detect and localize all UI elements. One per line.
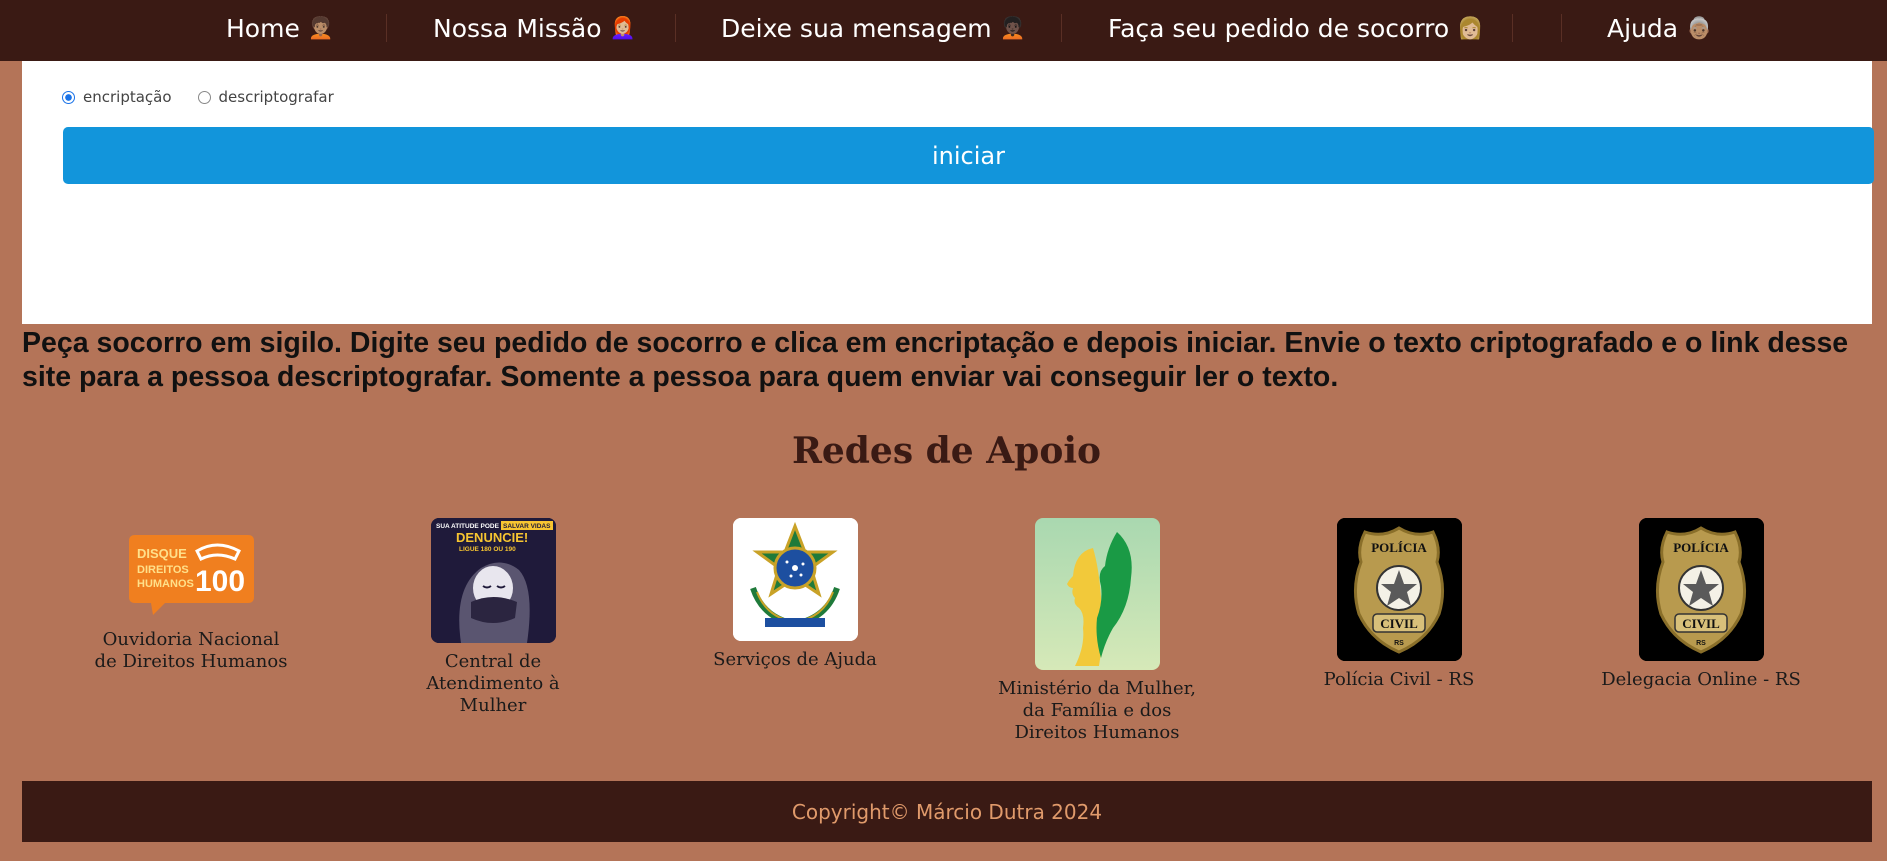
person-emoji-icon: 🧑🏿‍🦱 (999, 15, 1026, 40)
support-link-ministerio[interactable]: Ministério da Mulher, da Família e dos D… (997, 518, 1197, 744)
badge-bottom-text: CIVIL (1682, 616, 1720, 631)
disque-100-icon: DISQUE DIREITOS HUMANOS 100 (128, 535, 254, 615)
disque-number: 100 (195, 565, 245, 598)
support-link-delegacia-online[interactable]: POLÍCIA CIVIL RS Delegacia Online - RS (1601, 518, 1801, 691)
woman-silenced-icon: SUA ATITUDE PODE SALVAR VIDAS DENUNCIE! … (430, 518, 556, 643)
support-caption: Ministério da Mulher, da Família e dos D… (998, 678, 1196, 743)
badge-top-text: POLÍCIA (1673, 540, 1729, 555)
badge-bottom-text: CIVIL (1380, 616, 1418, 631)
page-footer: Copyright© Márcio Dutra 2024 (22, 781, 1872, 842)
nav-home-link[interactable]: Home 🧑🏽‍🦱 (226, 0, 334, 56)
nav-divider (1061, 14, 1062, 42)
top-navbar: Home 🧑🏽‍🦱 Nossa Missão 👩🏼‍🦰 Deixe sua me… (0, 0, 1887, 61)
support-link-central-mulher[interactable]: SUA ATITUDE PODE SALVAR VIDAS DENUNCIE! … (393, 518, 593, 717)
support-link-policia-civil[interactable]: POLÍCIA CIVIL RS Polícia Civil - RS (1299, 518, 1499, 691)
nav-help-request-link[interactable]: Faça seu pedido de socorro 👩🏼 (1108, 0, 1483, 56)
start-button[interactable]: iniciar (63, 127, 1874, 184)
support-caption: Delegacia Online - RS (1601, 669, 1801, 690)
encrypt-radio-label[interactable]: encriptação (83, 88, 172, 106)
support-caption: Polícia Civil - RS (1323, 669, 1475, 690)
nav-home-label: Home (226, 13, 300, 43)
decrypt-radio-label[interactable]: descriptografar (219, 88, 334, 106)
central-line-4: LIGUE 180 OU 190 (459, 546, 516, 553)
woman-emoji-icon: 👩🏼‍🦰 (609, 15, 636, 40)
police-badge-icon: POLÍCIA CIVIL RS (1336, 518, 1462, 661)
nav-divider (1512, 14, 1513, 42)
nav-message-link[interactable]: Deixe sua mensagem 🧑🏿‍🦱 (721, 0, 1026, 56)
support-caption: Serviços de Ajuda (713, 649, 877, 670)
support-link-servicos-ajuda[interactable]: Serviços de Ajuda (695, 518, 895, 671)
nav-ajuda-link[interactable]: Ajuda 👵🏽 (1607, 0, 1712, 56)
nav-divider (675, 14, 676, 42)
copyright-text: Copyright© Márcio Dutra 2024 (791, 799, 1103, 824)
nav-ajuda-label: Ajuda (1607, 13, 1679, 43)
nav-mission-label: Nossa Missão (433, 13, 602, 43)
support-caption: Ouvidoria Nacional de Direitos Humanos (94, 629, 288, 672)
person-emoji-icon: 🧑🏽‍🦱 (307, 15, 334, 40)
badge-top-text: POLÍCIA (1371, 540, 1427, 555)
brazil-coat-of-arms-icon (732, 518, 858, 641)
encrypt-radio[interactable] (62, 90, 75, 104)
crypto-form-card: encriptação descriptografar iniciar (22, 40, 1874, 324)
older-woman-emoji-icon: 👵🏽 (1686, 15, 1713, 40)
mode-radio-group: encriptação descriptografar (62, 88, 352, 106)
police-badge-icon: POLÍCIA CIVIL RS (1638, 518, 1764, 661)
central-line-2: SALVAR VIDAS (503, 523, 551, 530)
instructions-text: Peça socorro em sigilo. Digite seu pedid… (22, 327, 1849, 393)
central-line-1: SUA ATITUDE PODE (436, 523, 500, 530)
badge-state-text: RS (1394, 640, 1404, 647)
disque-line-2: DIREITOS (137, 564, 189, 576)
nav-help-request-label: Faça seu pedido de socorro (1108, 13, 1450, 43)
central-line-3: DENUNCIE! (456, 530, 528, 545)
woman-emoji-icon: 👩🏼 (1457, 15, 1484, 40)
support-section-title: Redes de Apoio (791, 430, 1102, 472)
disque-line-1: DISQUE (137, 546, 187, 561)
nav-divider (1561, 14, 1562, 42)
support-caption: Central de Atendimento à Mulher (426, 651, 560, 716)
nav-mission-link[interactable]: Nossa Missão 👩🏼‍🦰 (433, 0, 636, 56)
decrypt-radio[interactable] (197, 90, 211, 104)
nav-divider (386, 14, 387, 42)
badge-state-text: RS (1696, 640, 1706, 647)
nav-message-label: Deixe sua mensagem (721, 13, 992, 43)
two-faces-icon (1034, 518, 1160, 670)
disque-line-3: HUMANOS (137, 578, 194, 590)
support-link-ouvidoria[interactable]: DISQUE DIREITOS HUMANOS 100 Ouvidoria Na… (91, 535, 291, 673)
